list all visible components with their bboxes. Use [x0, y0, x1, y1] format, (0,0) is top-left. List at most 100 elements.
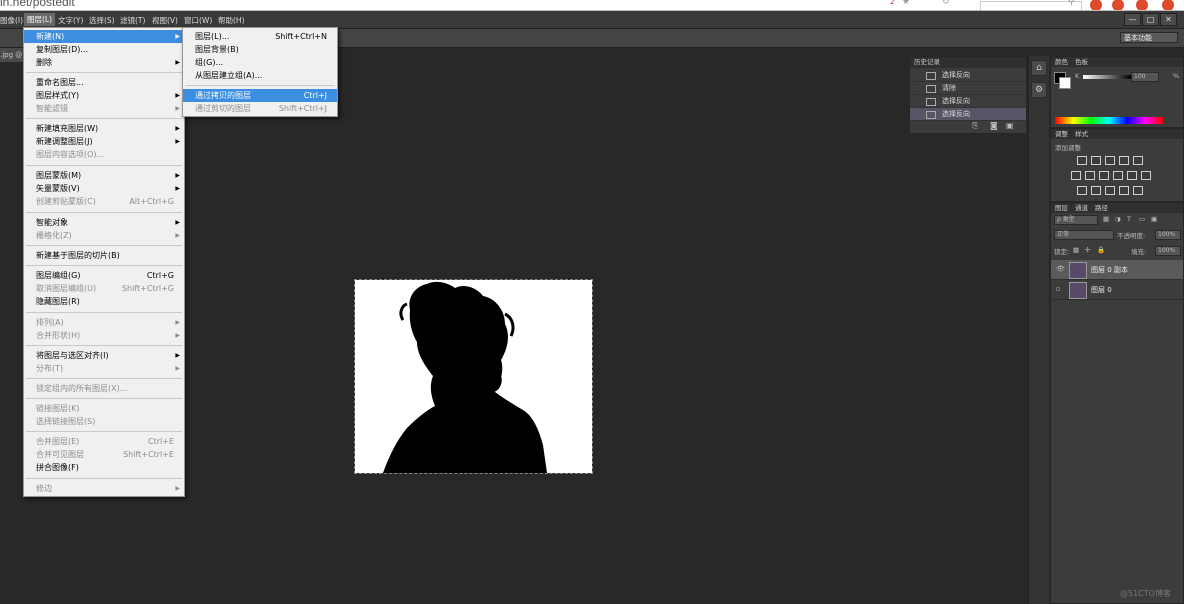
- notification-badge[interactable]: 2: [890, 0, 894, 6]
- history-row[interactable]: 选择反向: [910, 108, 1026, 121]
- hue-saturation-icon[interactable]: [1071, 171, 1081, 180]
- menu-item-merge-layers[interactable]: 合并图层(E) Ctrl+E: [24, 435, 184, 448]
- background-color-swatch[interactable]: [1059, 77, 1071, 89]
- brightness-contrast-icon[interactable]: [1077, 156, 1087, 165]
- menu-image[interactable]: 图像(I): [0, 15, 23, 26]
- opacity-input[interactable]: 100%: [1155, 230, 1181, 240]
- menu-item-new-layer-slice[interactable]: 新建基于图层的切片(B): [24, 249, 184, 262]
- menu-item-combine-shapes[interactable]: 合并形状(H) ▶: [24, 329, 184, 342]
- color-spectrum-bar[interactable]: [1055, 117, 1163, 124]
- menu-item-flatten-image[interactable]: 拼合图像(F): [24, 461, 184, 474]
- menu-item-hide-layers[interactable]: 隐藏图层(R): [24, 295, 184, 308]
- menu-item-align-to-selection[interactable]: 将图层与选区对齐(I) ▶: [24, 349, 184, 362]
- history-row[interactable]: 选择反向: [910, 69, 1026, 82]
- menu-filter[interactable]: 滤镜(T): [120, 15, 145, 26]
- photo-filter-icon[interactable]: [1113, 171, 1123, 180]
- submenu-item-layer-via-copy[interactable]: 通过拷贝的图层 Ctrl+J: [183, 89, 337, 102]
- lock-position-icon[interactable]: ✢: [1085, 246, 1090, 254]
- layer-row[interactable]: ▫ 图层 0: [1051, 280, 1183, 300]
- submenu-item-layer[interactable]: 图层(L)... Shift+Ctrl+N: [183, 30, 337, 43]
- color-balance-icon[interactable]: [1085, 171, 1095, 180]
- camera-icon[interactable]: ◙: [990, 121, 998, 130]
- extension-icon[interactable]: [1090, 0, 1102, 10]
- menu-item-layer-style[interactable]: 图层样式(Y) ▶: [24, 89, 184, 102]
- menu-item-duplicate-layer[interactable]: 复制图层(D)...: [24, 43, 184, 56]
- menu-item-smart-object[interactable]: 智能对象 ▶: [24, 216, 184, 229]
- filter-smart-icon[interactable]: ▣: [1151, 215, 1157, 223]
- lock-all-icon[interactable]: 🔒: [1097, 246, 1105, 254]
- vibrance-icon[interactable]: [1133, 156, 1143, 165]
- menu-item-distribute[interactable]: 分布(T) ▶: [24, 362, 184, 375]
- menu-item-layer-mask[interactable]: 图层蒙版(M) ▶: [24, 169, 184, 182]
- menu-item-new-fill-layer[interactable]: 新建填充图层(W) ▶: [24, 122, 184, 135]
- tab-history[interactable]: 历史记录: [914, 57, 940, 67]
- filter-shape-icon[interactable]: ▭: [1139, 215, 1145, 223]
- home-icon[interactable]: [1112, 0, 1124, 10]
- menu-item-lock-all-layers[interactable]: 锁定组内的所有图层(X)...: [24, 382, 184, 395]
- menu-item-merge-visible[interactable]: 合并可见图层 Shift+Ctrl+E: [24, 448, 184, 461]
- close-icon[interactable]: [1136, 0, 1148, 10]
- menu-item-matting[interactable]: 修边 ▶: [24, 482, 184, 495]
- menu-type[interactable]: 文字(Y): [58, 15, 83, 26]
- tab-paths[interactable]: 路径: [1095, 203, 1108, 213]
- submenu-item-layer-background[interactable]: 图层背景(B): [183, 43, 337, 56]
- color-lookup-icon[interactable]: [1141, 171, 1151, 180]
- tab-adjustments[interactable]: 调整: [1055, 129, 1068, 139]
- k-channel-input[interactable]: 100: [1131, 72, 1159, 82]
- close-button[interactable]: ✕: [1160, 13, 1177, 26]
- url-text[interactable]: in.net/postedit: [0, 0, 75, 9]
- menu-item-clipping-mask[interactable]: 创建剪贴蒙版(C) Alt+Ctrl+G: [24, 195, 184, 208]
- refresh-icon[interactable]: ↻: [942, 0, 950, 7]
- menu-item-arrange[interactable]: 排列(A) ▶: [24, 316, 184, 329]
- menu-view[interactable]: 视图(V): [152, 15, 178, 26]
- submenu-item-group[interactable]: 组(G)...: [183, 56, 337, 69]
- submenu-item-layer-via-cut[interactable]: 通过剪切的图层 Shift+Ctrl+J: [183, 102, 337, 115]
- menu-window[interactable]: 窗口(W): [184, 15, 212, 26]
- submenu-item-group-from-layers[interactable]: 从图层建立组(A)...: [183, 69, 337, 82]
- menu-item-group-layers[interactable]: 图层编组(G) Ctrl+G: [24, 269, 184, 282]
- posterize-icon[interactable]: [1091, 186, 1101, 195]
- settings-icon[interactable]: [1162, 0, 1174, 10]
- menu-help[interactable]: 帮助(H): [218, 15, 245, 26]
- search-icon[interactable]: ⚲: [1068, 0, 1075, 7]
- star-icon[interactable]: ★: [902, 0, 910, 7]
- filter-type-icon[interactable]: T: [1127, 215, 1131, 223]
- tab-channels[interactable]: 通道: [1075, 203, 1088, 213]
- minimize-button[interactable]: —: [1124, 13, 1141, 26]
- menu-item-layer-content-options[interactable]: 图层内容选项(O)...: [24, 148, 184, 161]
- tab-color[interactable]: 颜色: [1055, 57, 1068, 67]
- menu-layer[interactable]: 图层(L): [24, 13, 56, 26]
- menu-item-rasterize[interactable]: 栅格化(Z) ▶: [24, 229, 184, 242]
- lock-pixels-icon[interactable]: ▦: [1073, 246, 1079, 254]
- visibility-eye-icon[interactable]: 👁: [1056, 265, 1065, 273]
- visibility-toggle-icon[interactable]: ▫: [1056, 285, 1061, 293]
- levels-icon[interactable]: [1091, 156, 1101, 165]
- filter-pixel-icon[interactable]: ▦: [1103, 215, 1109, 223]
- menu-item-smart-filter[interactable]: 智能滤镜 ▶: [24, 102, 184, 115]
- layer-name[interactable]: 图层 0 副本: [1091, 265, 1128, 275]
- tab-swatches[interactable]: 色板: [1075, 57, 1088, 67]
- threshold-icon[interactable]: [1105, 186, 1115, 195]
- new-snapshot-icon[interactable]: ⎘: [972, 121, 978, 131]
- menu-item-new[interactable]: 新建(N) ▶: [24, 30, 184, 43]
- k-channel-slider[interactable]: [1083, 75, 1131, 79]
- menu-item-rename-layer[interactable]: 重命名图层...: [24, 76, 184, 89]
- selective-color-icon[interactable]: [1133, 186, 1143, 195]
- history-panel-icon[interactable]: ⌂: [1031, 60, 1047, 76]
- history-row[interactable]: 选择反向: [910, 95, 1026, 108]
- filter-adjust-icon[interactable]: ◑: [1115, 215, 1121, 223]
- layer-row[interactable]: 👁 图层 0 副本: [1051, 260, 1183, 280]
- menu-item-vector-mask[interactable]: 矢量蒙版(V) ▶: [24, 182, 184, 195]
- history-row[interactable]: 清除: [910, 82, 1026, 95]
- tab-styles[interactable]: 样式: [1075, 129, 1088, 139]
- document-canvas[interactable]: [354, 279, 593, 474]
- channel-mixer-icon[interactable]: [1127, 171, 1137, 180]
- blend-mode-select[interactable]: 正常: [1054, 230, 1114, 240]
- menu-item-delete[interactable]: 删除 ▶: [24, 56, 184, 69]
- workspace-select[interactable]: 基本功能: [1120, 32, 1178, 43]
- maximize-button[interactable]: □: [1142, 13, 1159, 26]
- invert-icon[interactable]: [1077, 186, 1087, 195]
- menu-item-ungroup-layers[interactable]: 取消图层编组(U) Shift+Ctrl+G: [24, 282, 184, 295]
- menu-item-new-adjustment-layer[interactable]: 新建调整图层(J) ▶: [24, 135, 184, 148]
- menu-select[interactable]: 选择(S): [89, 15, 115, 26]
